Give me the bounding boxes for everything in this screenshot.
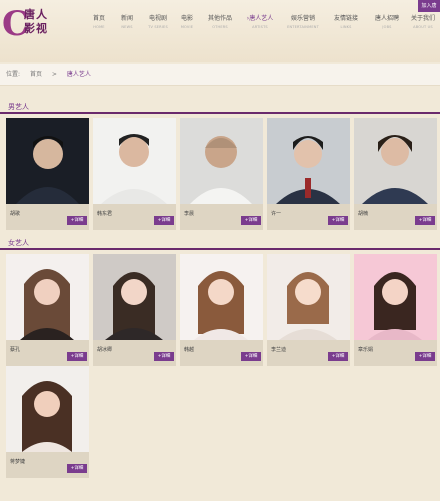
artist-card[interactable]: 胡楠 +详细 xyxy=(354,118,437,230)
site-logo[interactable]: C 唐人影视 xyxy=(2,6,50,44)
nav-item-label: 友情链接 xyxy=(333,15,358,22)
nav-item-sub: MOVIE xyxy=(180,25,194,29)
nav-item-sub: JOBS xyxy=(382,25,392,29)
nav-item-entertainment[interactable]: 娱乐营销 ENTERTAINMENT xyxy=(283,14,323,30)
section-divider xyxy=(0,112,440,114)
artist-card[interactable]: 李晨 +详细 xyxy=(180,118,263,230)
nav-item-sub: OTHERS xyxy=(212,25,228,29)
nav-item-sub: TV SERIES xyxy=(148,25,168,29)
breadcrumb-current: 唐人艺人 xyxy=(66,71,91,78)
section-title-female: 女艺人 xyxy=(8,239,29,247)
breadcrumb-prefix: 位置: xyxy=(6,71,21,78)
nav-item-home[interactable]: 首页 HOME xyxy=(84,14,114,30)
artist-name: 胡歌 xyxy=(10,211,21,217)
artist-name: 蔡孔 xyxy=(10,347,21,353)
breadcrumb: 位置: 首页 > 唐人艺人 xyxy=(0,64,440,86)
artist-name: 章乐娟 xyxy=(358,347,374,353)
artist-name: 李兰迪 xyxy=(271,347,287,353)
nav-item-label: 唐人招聘 xyxy=(374,15,399,22)
artist-photo[interactable] xyxy=(6,118,89,204)
nav-item-others[interactable]: 其他作品 OTHERS xyxy=(201,14,239,30)
artist-name: 韩东君 xyxy=(97,211,113,217)
nav-item-sub: ENTERTAINMENT xyxy=(287,25,319,29)
nav-item-links[interactable]: 友情链接 LINKS xyxy=(326,14,366,30)
artist-card[interactable]: 韩东君 +详细 xyxy=(93,118,176,230)
artist-name: 李晨 xyxy=(184,211,195,217)
nav-item-sub: LINKS xyxy=(340,25,352,29)
artist-name: 韩越 xyxy=(184,347,195,353)
nav-item-label: 其他作品 xyxy=(207,15,232,22)
nav-item-sub: HOME xyxy=(93,25,105,29)
nav-item-news[interactable]: 新闻 NEWS xyxy=(112,14,142,30)
artist-card[interactable]: 韩越 +详细 xyxy=(180,254,263,366)
artist-card[interactable]: 蒋梦婕 +详细 xyxy=(6,366,89,478)
detail-button[interactable]: +详细 xyxy=(67,464,87,473)
nav-item-sub: ABOUT US xyxy=(413,25,433,29)
artist-photo[interactable] xyxy=(180,254,263,340)
nav-item-jobs[interactable]: 唐人招聘 JOBS xyxy=(369,14,405,30)
artist-photo[interactable] xyxy=(267,254,350,340)
artist-photo[interactable] xyxy=(354,254,437,340)
breadcrumb-separator: > xyxy=(51,71,57,78)
artist-card[interactable]: 许一 +详细 xyxy=(267,118,350,230)
detail-button[interactable]: +详细 xyxy=(67,352,87,361)
detail-button[interactable]: +详细 xyxy=(328,216,348,225)
artist-name: 许一 xyxy=(271,211,282,217)
artist-card[interactable]: 李兰迪 +详细 xyxy=(267,254,350,366)
nav-item-tv-series[interactable]: 电视剧 TV SERIES xyxy=(141,14,175,30)
detail-button[interactable]: +详细 xyxy=(67,216,87,225)
artist-photo[interactable] xyxy=(354,118,437,204)
nav-item-label: 首页 xyxy=(92,15,105,22)
section-title-male: 男艺人 xyxy=(8,103,29,111)
nav-item-about[interactable]: 关于我们 ABOUT US xyxy=(406,14,440,30)
nav-item-sub: ARTISTS xyxy=(252,25,268,29)
section-divider xyxy=(0,248,440,250)
nav-item-label: 关于我们 xyxy=(410,15,435,22)
nav-item-label: 电影 xyxy=(180,15,193,22)
logo-text: 唐人影视 xyxy=(24,8,48,35)
nav-item-label: 电视剧 xyxy=(148,15,167,22)
artist-photo[interactable] xyxy=(93,254,176,340)
artist-photo[interactable] xyxy=(6,254,89,340)
nav-item-label: 唐人艺人 xyxy=(249,15,274,22)
artist-card[interactable]: 胡冰卿 +详细 xyxy=(93,254,176,366)
artist-photo[interactable] xyxy=(180,118,263,204)
nav-item-label: 新闻 xyxy=(120,15,133,22)
site-header: C 唐人影视 加入唐 首页 HOME 新闻 NEWS 电视剧 TV SERIES… xyxy=(0,0,440,62)
nav-item-movie[interactable]: 电影 MOVIE xyxy=(173,14,201,30)
detail-button[interactable]: +详细 xyxy=(415,216,435,225)
artist-card[interactable]: 蔡孔 +详细 xyxy=(6,254,89,366)
detail-button[interactable]: +详细 xyxy=(241,352,261,361)
artist-name: 胡楠 xyxy=(358,211,369,217)
nav-item-artists[interactable]: ›唐人艺人 ARTISTS xyxy=(240,14,280,30)
artist-card[interactable]: 胡歌 +详细 xyxy=(6,118,89,230)
artist-card[interactable]: 章乐娟 +详细 xyxy=(354,254,437,366)
join-button[interactable]: 加入唐 xyxy=(418,0,440,12)
detail-button[interactable]: +详细 xyxy=(154,352,174,361)
artist-photo[interactable] xyxy=(6,366,89,452)
detail-button[interactable]: +详细 xyxy=(241,216,261,225)
artist-photo[interactable] xyxy=(267,118,350,204)
detail-button[interactable]: +详细 xyxy=(154,216,174,225)
artist-name: 蒋梦婕 xyxy=(10,459,26,465)
artist-name: 胡冰卿 xyxy=(97,347,113,353)
detail-button[interactable]: +详细 xyxy=(415,352,435,361)
detail-button[interactable]: +详细 xyxy=(328,352,348,361)
main-nav: 首页 HOME 新闻 NEWS 电视剧 TV SERIES 电影 MOVIE 其… xyxy=(84,14,440,38)
nav-item-label: 娱乐营销 xyxy=(290,15,315,22)
artist-photo[interactable] xyxy=(93,118,176,204)
nav-item-sub: NEWS xyxy=(121,25,133,29)
breadcrumb-home[interactable]: 首页 xyxy=(30,71,42,78)
